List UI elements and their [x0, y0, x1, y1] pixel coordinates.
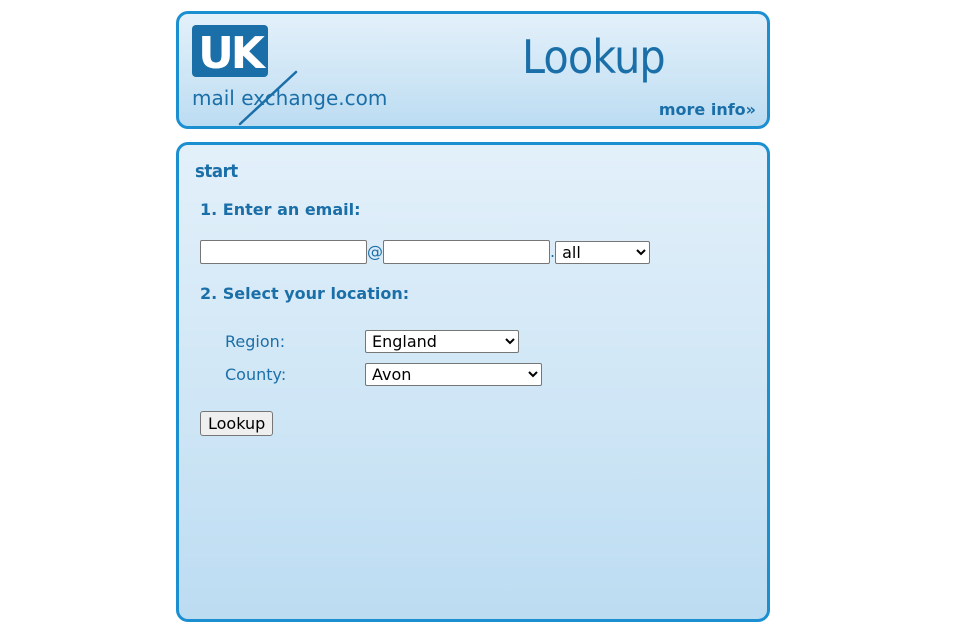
lookup-button[interactable]: Lookup [200, 411, 274, 436]
county-label: County: [225, 365, 287, 384]
header-panel: UK mail exchange.com Lookup more info» [176, 11, 770, 129]
at-sign: @ [367, 242, 383, 261]
tld-select[interactable]: all [555, 240, 651, 264]
logo-swoosh-icon [238, 70, 298, 126]
site-logo[interactable]: UK mail exchange.com [189, 22, 414, 126]
step1-label: 1. Enter an email: [200, 200, 361, 219]
more-info-link[interactable]: more info» [659, 100, 756, 119]
county-select[interactable]: Avon [365, 363, 542, 386]
page-title: Lookup [522, 30, 666, 84]
email-row: @ . all [200, 239, 651, 265]
lookup-form-panel: start 1. Enter an email: @ . all 2. Sele… [176, 142, 770, 622]
email-domain-input[interactable] [383, 240, 550, 264]
email-user-input[interactable] [200, 240, 367, 264]
section-title: start [195, 161, 238, 182]
region-label: Region: [225, 332, 286, 351]
region-select[interactable]: England [365, 330, 519, 353]
step2-label: 2. Select your location: [200, 284, 410, 303]
